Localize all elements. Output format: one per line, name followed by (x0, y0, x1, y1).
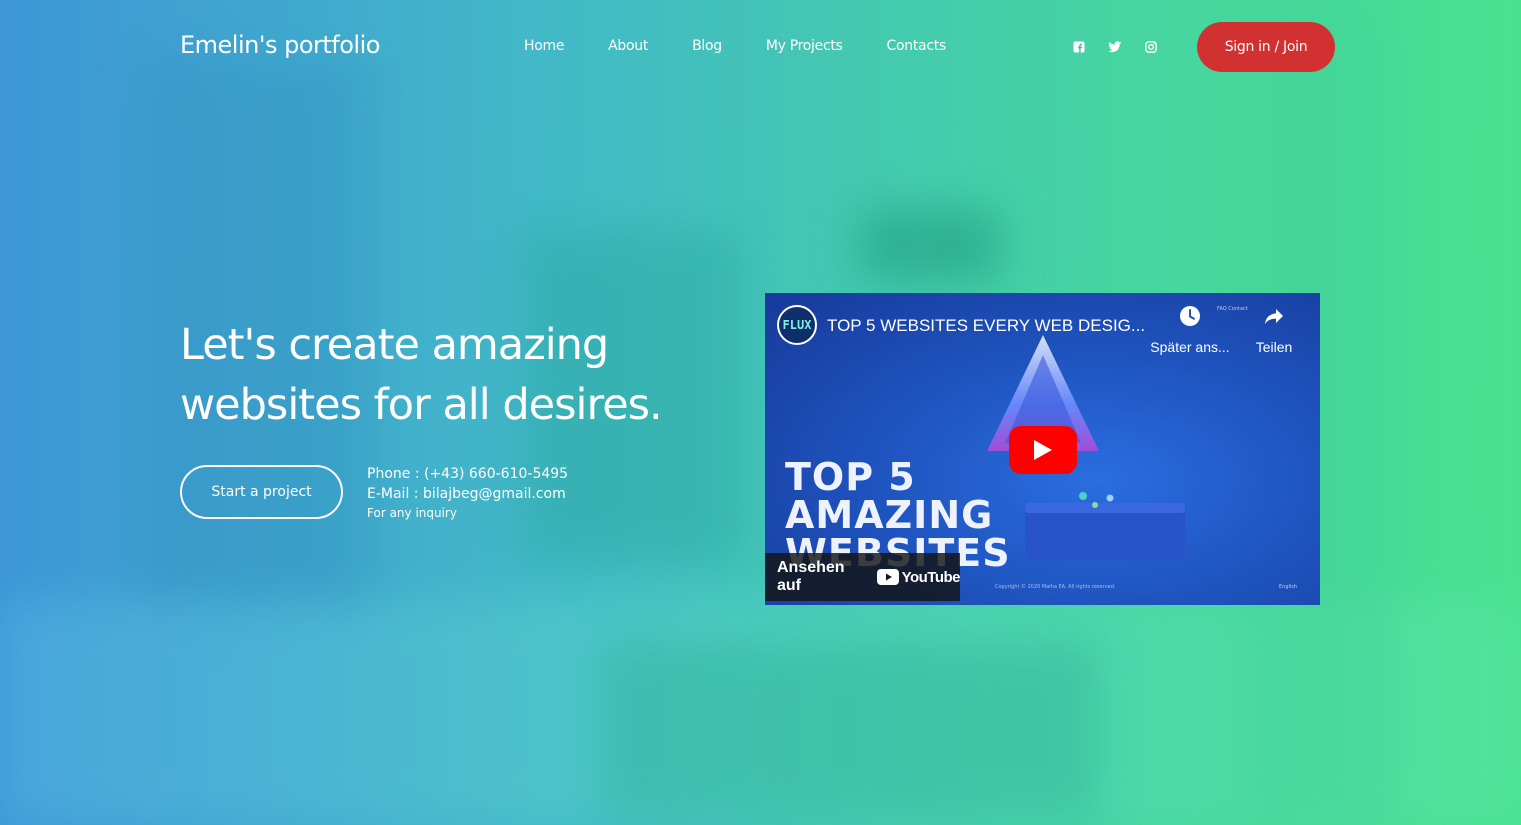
thumbnail-copyright: Copyright © 2020 Maiha EA. All rights re… (995, 584, 1116, 590)
bg-blur-shape (600, 640, 1100, 820)
thumbnail-line1: TOP 5 (785, 455, 916, 499)
youtube-play-icon (876, 569, 899, 585)
share-button[interactable]: Teilen (1247, 305, 1301, 355)
youtube-embed[interactable]: FLUX TOP 5 WEBSITES EVERY WEB DESIG... F… (765, 293, 1320, 605)
nav-home[interactable]: Home (524, 38, 564, 54)
watch-on-youtube-button[interactable]: Ansehen auf YouTube (765, 553, 961, 601)
social-links (1072, 40, 1158, 54)
nav-my-projects[interactable]: My Projects (766, 38, 843, 54)
phone-text: Phone : (+43) 660-610-5495 (367, 466, 569, 482)
facebook-icon[interactable] (1072, 40, 1086, 54)
play-button[interactable] (1009, 426, 1077, 474)
share-icon (1265, 309, 1283, 324)
hero-title-line1: Let's create amazing (180, 320, 609, 370)
video-title[interactable]: TOP 5 WEBSITES EVERY WEB DESIG... (827, 316, 1145, 336)
instagram-icon[interactable] (1144, 40, 1158, 54)
twitter-icon[interactable] (1108, 40, 1122, 54)
site-header: Emelin's portfolio Home About Blog My Pr… (0, 0, 1521, 95)
youtube-logo: YouTube (876, 568, 961, 586)
thumbnail-line2: AMAZING (785, 493, 994, 537)
hero-title-line2: websites for all desires. (180, 380, 663, 430)
sign-in-button[interactable]: Sign in / Join (1197, 22, 1335, 72)
main-nav: Home About Blog My Projects Contacts (524, 38, 990, 54)
inquiry-text: For any inquiry (367, 506, 457, 520)
share-label: Teilen (1255, 339, 1293, 355)
watch-on-label: Ansehen auf (777, 559, 845, 594)
play-icon (1034, 440, 1052, 460)
thumbnail-lang: English (1279, 584, 1298, 590)
brand-logo[interactable]: Emelin's portfolio (180, 31, 380, 59)
contact-info: Phone : (+43) 660-610-5495 E-Mail : bila… (367, 464, 568, 522)
nav-about[interactable]: About (608, 38, 648, 54)
bg-blur-shape (860, 210, 1000, 280)
youtube-wordmark: YouTube (901, 568, 961, 586)
start-project-button[interactable]: Start a project (180, 465, 343, 519)
email-text[interactable]: E-Mail : bilajbeg@gmail.com (367, 484, 568, 504)
nav-contacts[interactable]: Contacts (887, 38, 947, 54)
hero-title: Let's create amazing websites for all de… (180, 315, 700, 435)
nav-blog[interactable]: Blog (692, 38, 722, 54)
watch-later-button[interactable]: Später ans... (1150, 305, 1230, 355)
watch-later-label: Später ans... (1150, 339, 1230, 355)
clock-icon (1180, 306, 1200, 326)
channel-avatar[interactable]: FLUX (777, 305, 817, 345)
